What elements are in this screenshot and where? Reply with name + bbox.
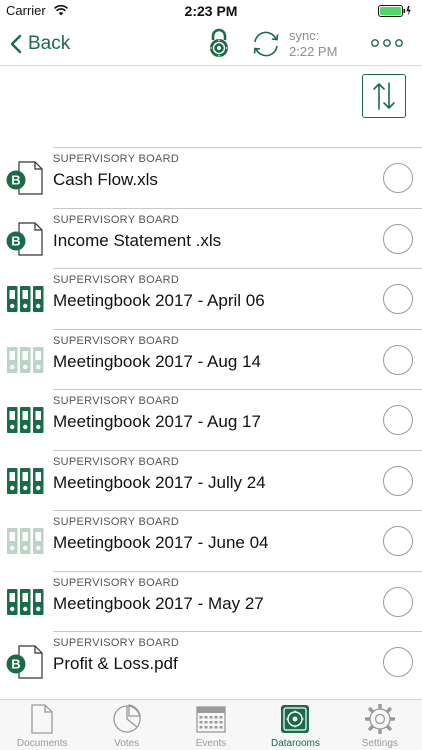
item-title: Meetingbook 2017 - Aug 14 <box>53 351 261 371</box>
meetingbook-faded-icon <box>5 342 45 378</box>
item-category: SUPERVISORY BOARD <box>53 516 180 528</box>
more-options-icon[interactable] <box>371 37 403 49</box>
svg-text:B: B <box>11 657 20 672</box>
tab-label: Settings <box>361 738 398 749</box>
document-b-icon: B <box>5 221 45 257</box>
item-category: SUPERVISORY BOARD <box>53 213 180 226</box>
sync-icon[interactable] <box>250 30 282 58</box>
navigation-bar: Back sync: 2:22 PM <box>0 22 422 66</box>
tab-label: Documents <box>16 738 68 749</box>
item-category: SUPERVISORY BOARD <box>53 455 180 468</box>
tab-votes[interactable]: Votes <box>84 700 168 750</box>
lock-icon[interactable] <box>206 28 232 58</box>
select-checkbox[interactable] <box>383 405 413 435</box>
svg-text:B: B <box>11 233 20 248</box>
status-time: 2:23 PM <box>184 3 238 19</box>
item-title: Meetingbook 2017 - June 04 <box>53 533 269 552</box>
item-title: Income Statement .xls <box>53 230 222 250</box>
meetingbook-icon <box>5 584 45 620</box>
sort-arrows-icon <box>373 82 395 110</box>
tab-settings[interactable]: Settings <box>338 700 422 750</box>
item-title: Profit & Loss.pdf <box>53 654 178 673</box>
back-label: Back <box>28 33 71 54</box>
tab-label: Votes <box>114 738 140 749</box>
list-item[interactable]: B SUPERVISORY BOARD Income Statement .xls <box>6 207 422 269</box>
svg-text:B: B <box>11 173 20 188</box>
meetingbook-icon <box>5 402 45 438</box>
item-category: SUPERVISORY BOARD <box>53 274 180 286</box>
select-checkbox[interactable] <box>383 526 413 556</box>
tab-documents[interactable]: Documents <box>0 700 84 750</box>
document-b-icon: B <box>5 160 45 196</box>
back-button[interactable]: Back <box>10 30 70 58</box>
item-title: Meetingbook 2017 - Aug 17 <box>53 412 261 431</box>
item-title: Meetingbook 2017 - Jully 24 <box>53 472 266 492</box>
document-b-icon: B <box>5 644 45 680</box>
sort-button[interactable] <box>362 74 406 118</box>
list-item[interactable]: B SUPERVISORY BOARD Profit & Loss.pdf <box>6 631 422 692</box>
item-category: SUPERVISORY BOARD <box>53 334 180 347</box>
select-checkbox[interactable] <box>383 284 413 314</box>
item-category: SUPERVISORY BOARD <box>53 395 180 407</box>
list-item[interactable]: B SUPERVISORY BOARD Cash Flow.xls <box>6 147 422 208</box>
sync-time: 2:22 PM <box>289 44 338 59</box>
item-title: Meetingbook 2017 - April 06 <box>53 291 265 310</box>
status-bar: Carrier 2:23 PM <box>0 0 422 22</box>
list-item[interactable]: SUPERVISORY BOARD Meetingbook 2017 - June… <box>7 510 422 571</box>
select-checkbox[interactable] <box>383 163 413 193</box>
meetingbook-icon <box>5 463 45 499</box>
select-checkbox[interactable] <box>383 223 413 254</box>
tab-label: Events <box>195 738 227 749</box>
item-category: SUPERVISORY BOARD <box>53 153 180 165</box>
list-item[interactable]: SUPERVISORY BOARD Meetingbook 2017 - Aug … <box>7 389 422 450</box>
select-checkbox[interactable] <box>383 344 413 375</box>
item-category: SUPERVISORY BOARD <box>53 637 180 649</box>
select-checkbox[interactable] <box>383 465 413 496</box>
document-list: B SUPERVISORY BOARD Cash Flow.xls B SUPERVIS… <box>0 147 422 692</box>
select-checkbox[interactable] <box>383 586 413 617</box>
list-item[interactable]: SUPERVISORY BOARD Meetingbook 2017 - May … <box>7 570 422 632</box>
meetingbook-faded-icon <box>5 523 45 559</box>
battery-icon <box>378 5 411 17</box>
tab-bar: Documents Votes Events Datarooms Settings <box>0 699 422 750</box>
item-title: Cash Flow.xls <box>53 170 158 189</box>
tab-datarooms[interactable]: Datarooms <box>253 700 337 750</box>
item-title: Meetingbook 2017 - May 27 <box>53 593 264 613</box>
meetingbook-icon <box>5 281 45 317</box>
chevron-left-icon <box>10 34 22 54</box>
tab-label: Datarooms <box>270 738 320 749</box>
item-category: SUPERVISORY BOARD <box>53 576 180 589</box>
list-item[interactable]: SUPERVISORY BOARD Meetingbook 2017 - Jull… <box>7 449 422 511</box>
list-item[interactable]: SUPERVISORY BOARD Meetingbook 2017 - Apri… <box>7 268 422 329</box>
list-item[interactable]: SUPERVISORY BOARD Meetingbook 2017 - Aug … <box>7 328 422 390</box>
sync-label: sync: <box>289 28 320 43</box>
sync-status: sync: 2:22 PM <box>289 28 337 60</box>
select-checkbox[interactable] <box>383 647 413 677</box>
tab-events[interactable]: Events <box>169 700 253 750</box>
